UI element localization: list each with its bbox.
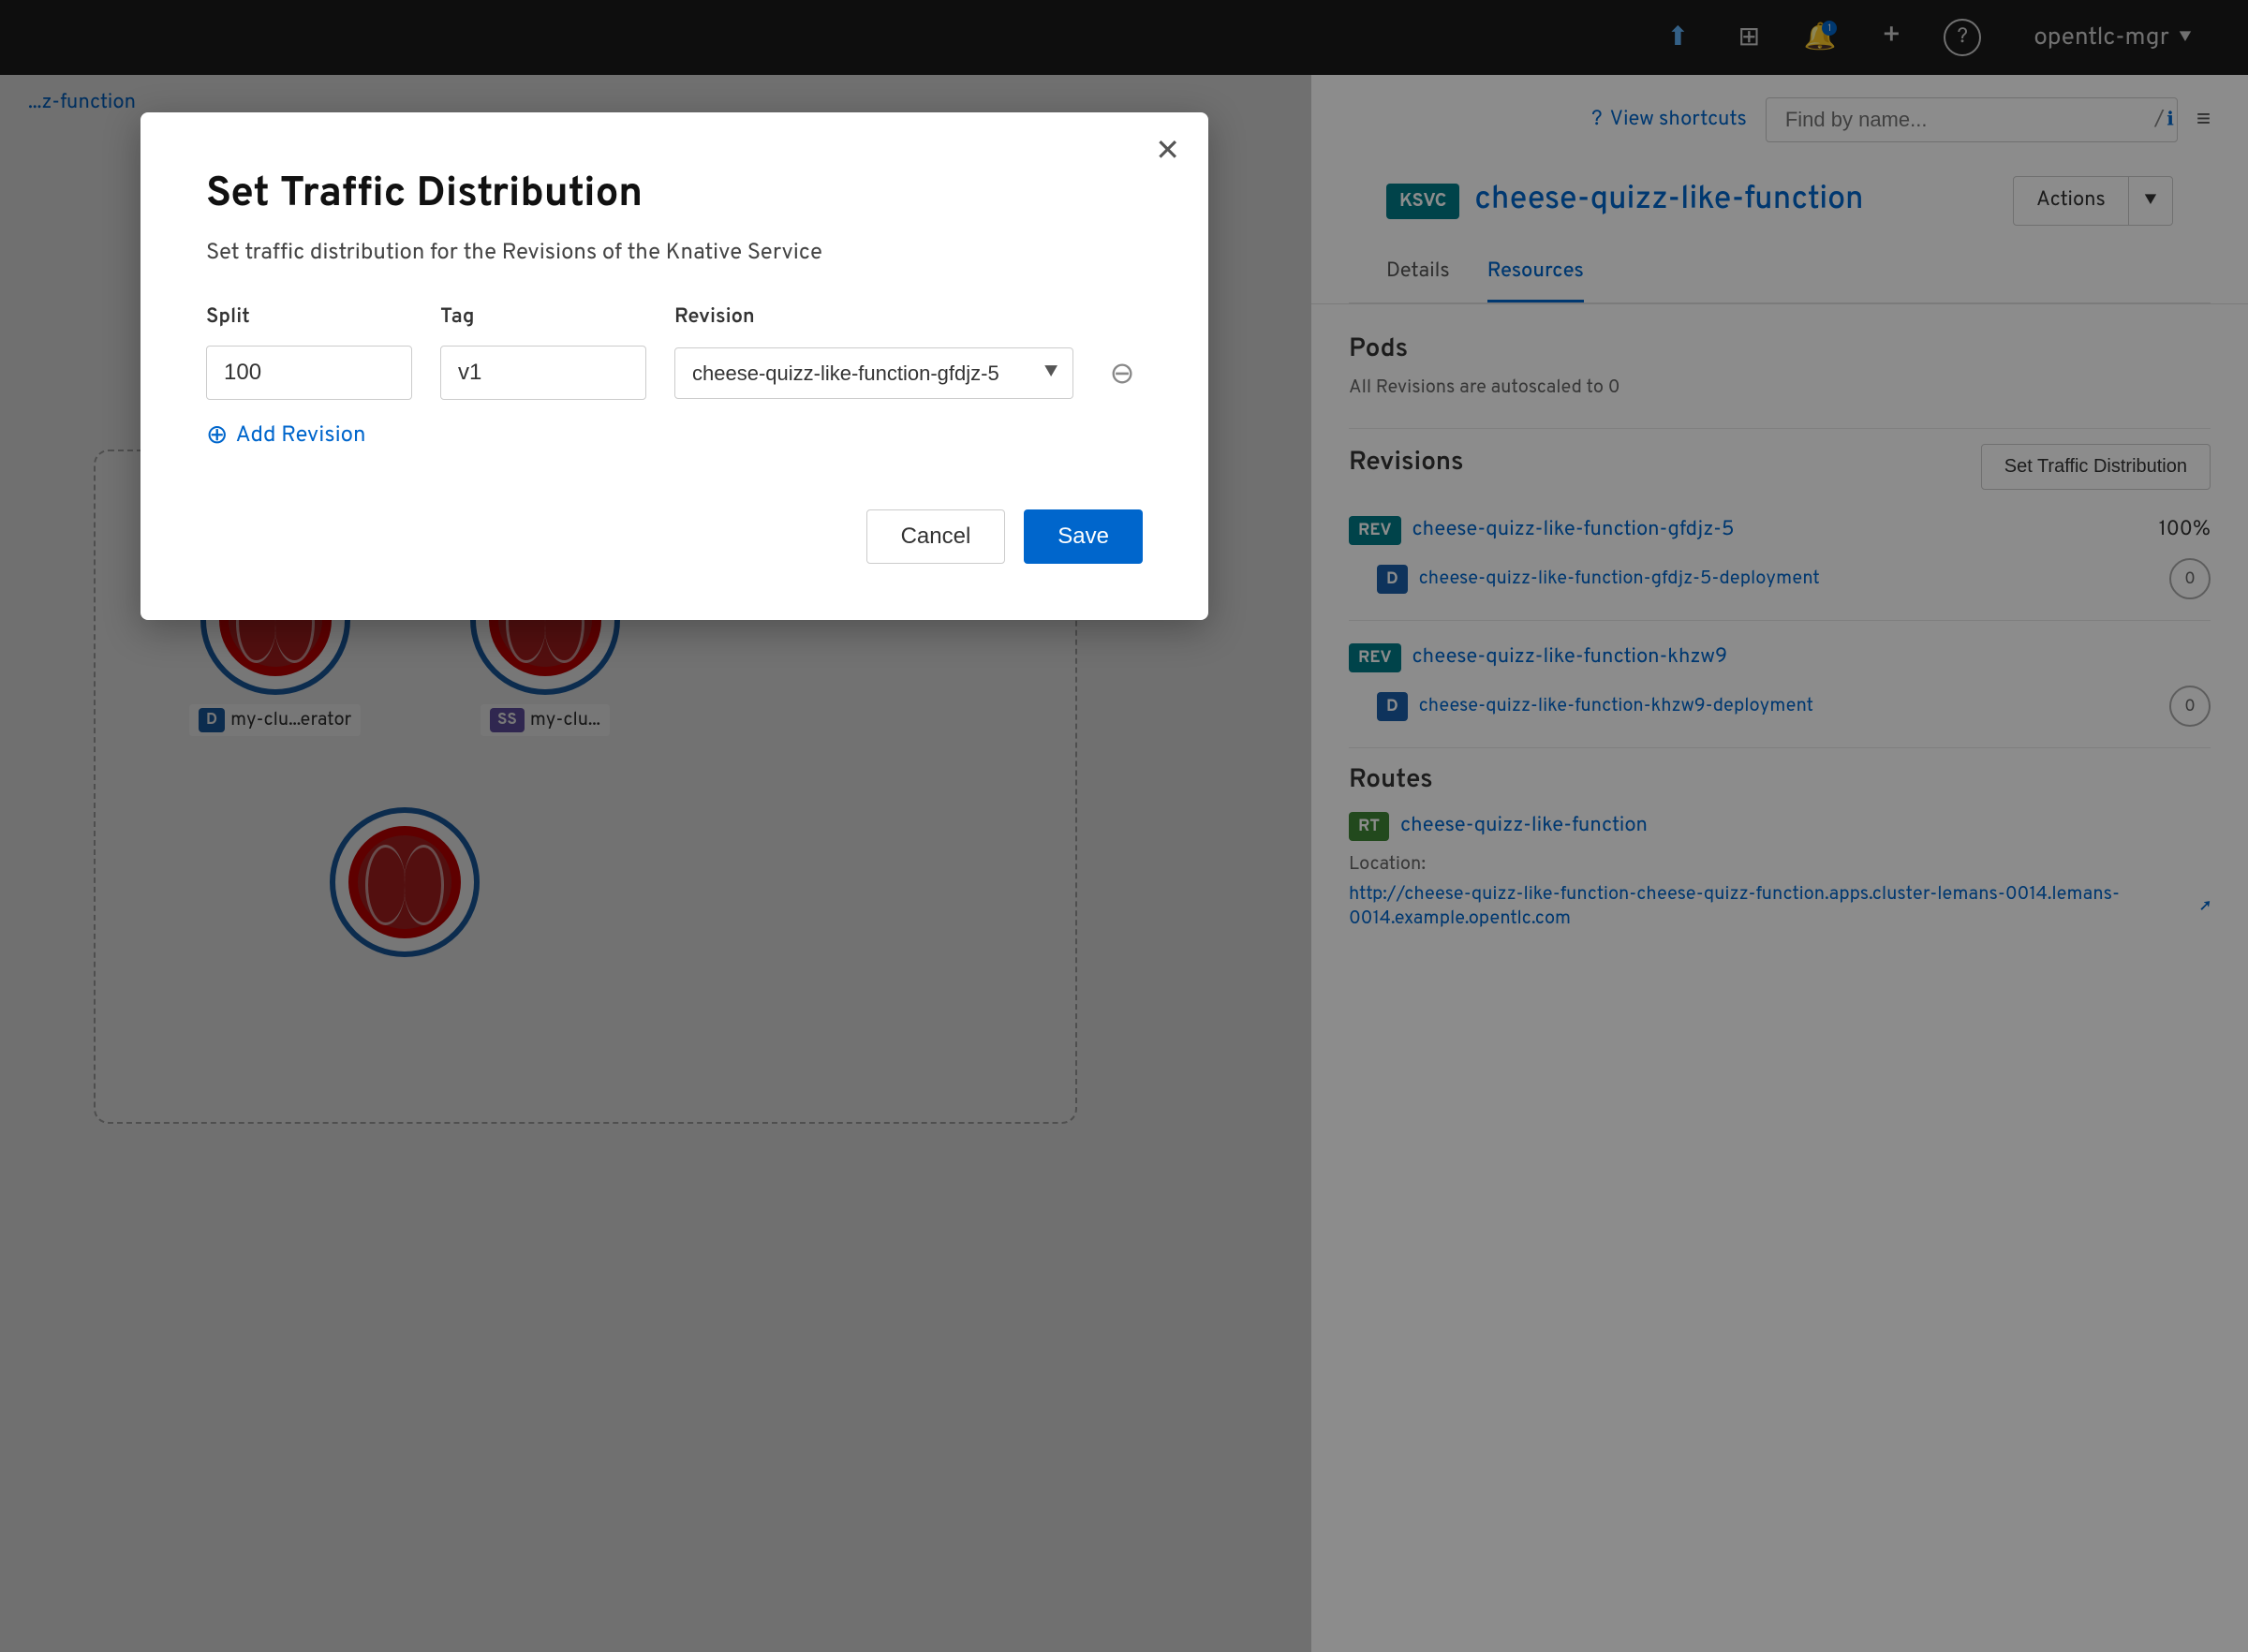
- col-header-tag: Tag: [440, 305, 646, 331]
- split-input[interactable]: [206, 346, 412, 400]
- remove-revision-button[interactable]: ⊖: [1102, 352, 1143, 393]
- modal-overlay: ✕ Set Traffic Distribution Set traffic d…: [0, 0, 2248, 1652]
- tag-input[interactable]: [440, 346, 646, 400]
- plus-circle-icon: ⊕: [206, 419, 228, 453]
- revision-select-wrap: cheese-quizz-like-function-gfdjz-5 chees…: [674, 347, 1073, 399]
- modal-title: Set Traffic Distribution: [206, 169, 1143, 221]
- modal-footer: Cancel Save: [206, 509, 1143, 564]
- col-header-split: Split: [206, 305, 412, 331]
- cancel-button[interactable]: Cancel: [866, 509, 1006, 564]
- col-header-revision: Revision: [674, 305, 1143, 331]
- add-revision-link[interactable]: ⊕ Add Revision: [206, 419, 1143, 453]
- traffic-row-1: cheese-quizz-like-function-gfdjz-5 chees…: [206, 346, 1143, 400]
- set-traffic-modal: ✕ Set Traffic Distribution Set traffic d…: [140, 112, 1208, 620]
- modal-subtitle: Set traffic distribution for the Revisio…: [206, 240, 1143, 268]
- modal-table-header: Split Tag Revision: [206, 305, 1143, 331]
- add-revision-label: Add Revision: [235, 422, 365, 450]
- save-button[interactable]: Save: [1024, 509, 1143, 564]
- minus-circle-icon: ⊖: [1110, 355, 1135, 391]
- modal-close-button[interactable]: ✕: [1155, 135, 1180, 165]
- revision-select[interactable]: cheese-quizz-like-function-gfdjz-5 chees…: [674, 347, 1073, 399]
